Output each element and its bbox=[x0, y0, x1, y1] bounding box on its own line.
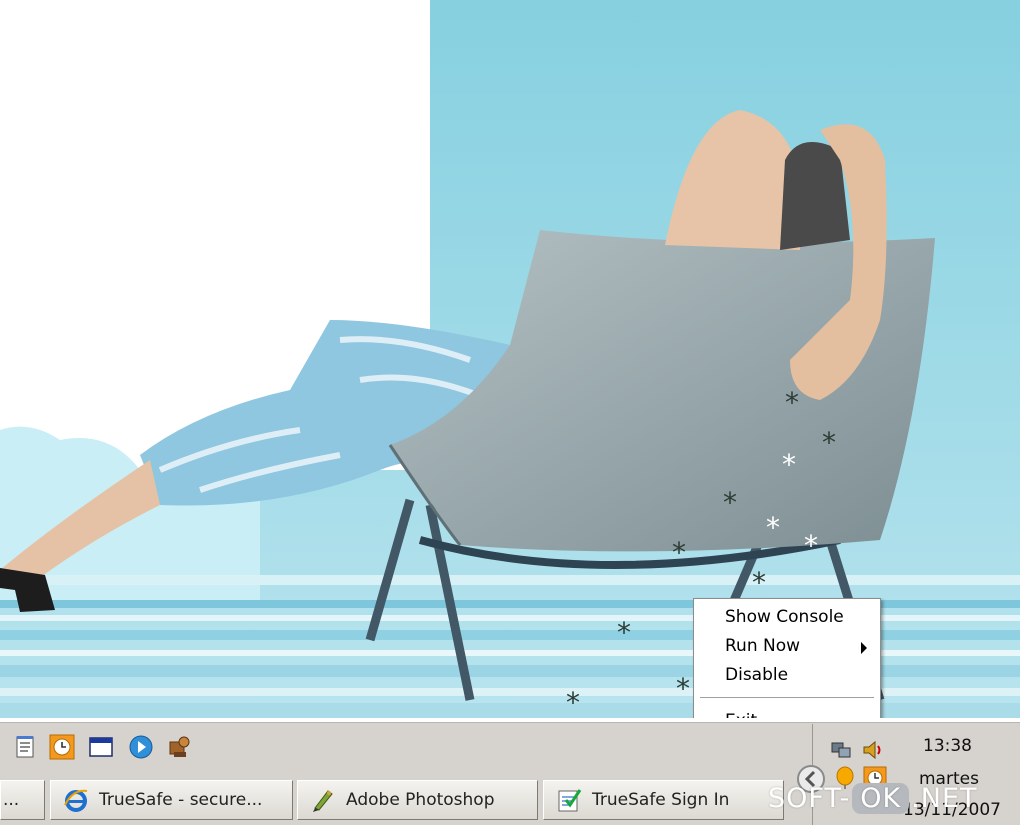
svg-text:*: * bbox=[822, 426, 836, 459]
svg-text:*: * bbox=[617, 616, 631, 649]
taskbar-button-label: ... bbox=[3, 790, 20, 810]
svg-text:*: * bbox=[785, 386, 799, 419]
menu-item-disable[interactable]: Disable bbox=[695, 661, 879, 689]
quick-launch-bar bbox=[0, 730, 800, 764]
taskbar-button-label: TrueSafe Sign In bbox=[592, 790, 730, 810]
menu-item-run-now[interactable]: Run Now bbox=[695, 632, 879, 660]
menu-item-label: Show Console bbox=[725, 607, 844, 627]
submenu-arrow-icon bbox=[861, 642, 867, 654]
photoshop-icon bbox=[313, 790, 333, 812]
notepad-icon[interactable] bbox=[12, 734, 38, 760]
volume-icon[interactable] bbox=[861, 738, 885, 762]
watermark: SOFT- OK .NET bbox=[768, 783, 978, 821]
taskbar-button-adobe-photoshop[interactable]: Adobe Photoshop bbox=[297, 780, 538, 820]
svg-text:*: * bbox=[782, 448, 796, 481]
svg-text:*: * bbox=[676, 672, 690, 705]
network-icon[interactable] bbox=[829, 738, 853, 762]
svg-text:*: * bbox=[672, 536, 686, 569]
utility-icon[interactable] bbox=[166, 734, 192, 760]
clock-icon[interactable] bbox=[49, 734, 75, 760]
taskbar-button-label: TrueSafe - secure... bbox=[99, 790, 263, 810]
watermark-right: .NET bbox=[911, 783, 978, 814]
menu-item-label: Run Now bbox=[725, 636, 801, 656]
svg-text:*: * bbox=[723, 486, 737, 519]
watermark-ok-badge: OK bbox=[852, 783, 910, 814]
svg-text:*: * bbox=[766, 511, 780, 544]
svg-text:*: * bbox=[566, 686, 580, 718]
media-player-icon[interactable] bbox=[128, 734, 154, 760]
svg-text:*: * bbox=[804, 529, 818, 562]
menu-item-label: Disable bbox=[725, 665, 789, 685]
checklist-icon bbox=[558, 789, 582, 812]
tray-clock-time[interactable]: 13:38 bbox=[923, 736, 972, 756]
taskbar-button-label: Adobe Photoshop bbox=[346, 790, 495, 810]
taskbar-button-truesafe-secure[interactable]: TrueSafe - secure... bbox=[50, 780, 293, 820]
watermark-left: SOFT- bbox=[768, 783, 851, 814]
taskbar-edge bbox=[0, 718, 1020, 723]
menu-separator bbox=[700, 697, 874, 699]
menu-item-show-console[interactable]: Show Console bbox=[695, 603, 879, 631]
window-icon[interactable] bbox=[88, 734, 114, 760]
svg-text:*: * bbox=[752, 566, 766, 599]
taskbar-button-truesafe-sign-in[interactable]: TrueSafe Sign In bbox=[543, 780, 784, 820]
internet-explorer-icon bbox=[64, 789, 88, 812]
taskbar-button-partial[interactable]: ... bbox=[0, 780, 45, 820]
